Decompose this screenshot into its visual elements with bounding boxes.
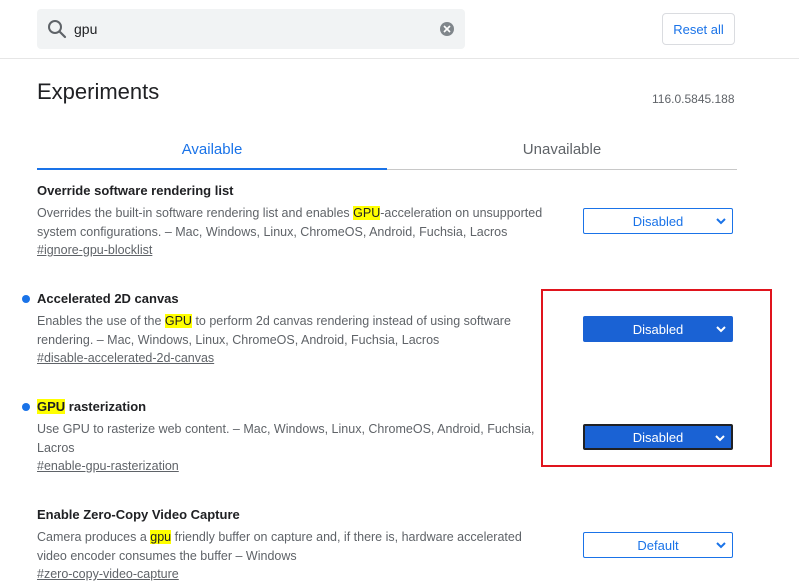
experiment-select[interactable]: Disabled: [583, 208, 733, 234]
experiment-link[interactable]: #enable-gpu-rasterization: [37, 459, 179, 473]
search-match-highlight: gpu: [150, 530, 172, 544]
experiment-link[interactable]: #disable-accelerated-2d-canvas: [37, 351, 214, 365]
experiment-select[interactable]: Default: [583, 532, 733, 558]
version-label: 116.0.5845.188: [652, 92, 735, 106]
search-match-highlight: GPU: [353, 206, 381, 220]
experiment-title: Override software rendering list: [37, 183, 234, 198]
experiment-title: Enable Zero-Copy Video Capture: [37, 507, 240, 522]
experiment-link[interactable]: #ignore-gpu-blocklist: [37, 243, 152, 257]
top-bar: Reset all: [0, 0, 799, 59]
search-icon: [48, 20, 67, 39]
search-match-highlight: GPU: [164, 314, 192, 328]
chevron-down-icon: [716, 218, 726, 225]
experiment-description: Enables the use of the GPU to perform 2d…: [37, 314, 511, 347]
tab-unavailable[interactable]: Unavailable: [387, 130, 737, 170]
search-input[interactable]: [74, 19, 424, 39]
experiment-override-software-rendering-list: Override software rendering list Overrid…: [37, 182, 737, 257]
search-match-highlight: GPU: [37, 399, 66, 414]
clear-icon[interactable]: [439, 21, 455, 37]
experiment-description: Camera produces a gpu friendly buffer on…: [37, 530, 522, 563]
search-box[interactable]: [37, 9, 465, 49]
modified-indicator: [22, 295, 30, 303]
modified-indicator: [22, 403, 30, 411]
reset-all-button[interactable]: Reset all: [662, 13, 735, 45]
experiment-description: Use GPU to rasterize web content. – Mac,…: [37, 422, 535, 455]
experiment-zero-copy-video-capture: Enable Zero-Copy Video Capture Camera pr…: [37, 506, 737, 581]
tab-available[interactable]: Available: [37, 130, 387, 170]
annotation-highlight-box: [541, 289, 772, 467]
experiment-link[interactable]: #zero-copy-video-capture: [37, 567, 179, 581]
experiment-description: Overrides the built-in software renderin…: [37, 206, 543, 239]
chevron-down-icon: [716, 542, 726, 549]
tab-bar: Available Unavailable: [37, 130, 737, 170]
page-title: Experiments: [37, 79, 160, 104]
